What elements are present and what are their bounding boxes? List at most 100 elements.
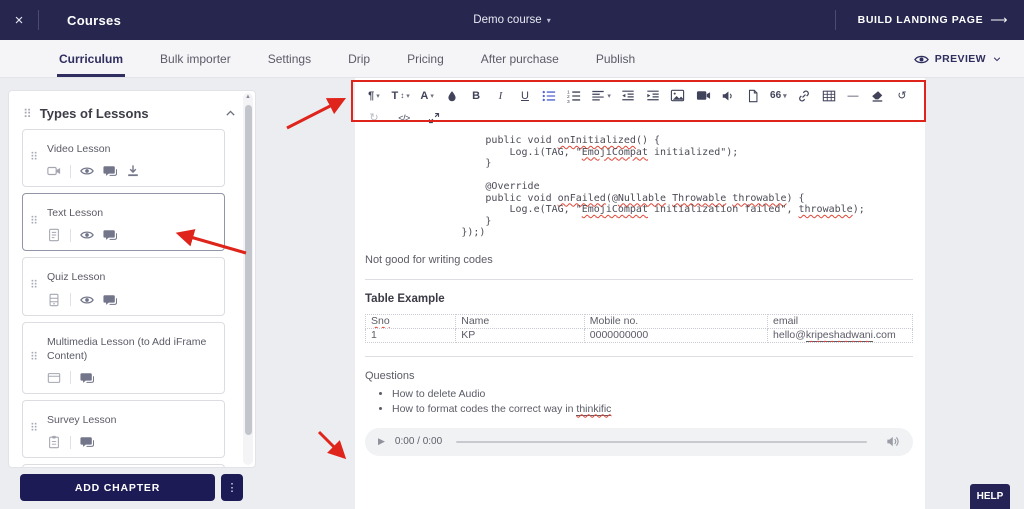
lesson-card-video[interactable]: ⠿ Video Lesson xyxy=(22,129,225,188)
volume-icon[interactable] xyxy=(885,434,900,449)
table-header-cell[interactable]: Name xyxy=(455,313,585,329)
add-chapter-button[interactable]: ADD CHAPTER xyxy=(20,474,215,501)
tab-bulk-importer[interactable]: Bulk importer xyxy=(158,40,233,77)
preview-button[interactable]: PREVIEW xyxy=(914,40,1002,78)
fullscreen-button[interactable] xyxy=(427,112,441,124)
app-window: × Courses Demo course ▾ BUILD LANDING PA… xyxy=(0,0,1024,509)
tab-curriculum[interactable]: Curriculum xyxy=(57,40,125,77)
lesson-card-survey[interactable]: ⠿ Survey Lesson xyxy=(22,399,225,459)
audio-player[interactable]: ▶ 0:00 / 0:00 xyxy=(365,427,913,456)
comment-icon[interactable] xyxy=(103,164,117,178)
panel-header: ⠿ Types of Lessons xyxy=(9,91,255,129)
ordered-list-button[interactable] xyxy=(567,89,581,103)
clear-formatting-button[interactable] xyxy=(870,89,884,103)
tab-pricing[interactable]: Pricing xyxy=(405,40,446,77)
bold-button[interactable]: B xyxy=(469,90,483,102)
insert-link-button[interactable] xyxy=(797,89,811,103)
comment-icon[interactable] xyxy=(80,371,94,385)
drag-handle-icon[interactable]: ⠿ xyxy=(30,152,38,164)
comment-icon[interactable] xyxy=(80,435,94,449)
tab-settings[interactable]: Settings xyxy=(266,40,313,77)
lesson-card-multimedia[interactable]: ⠿ Multimedia Lesson (to Add iFrame Conte… xyxy=(22,321,225,394)
table-header-cell[interactable]: email xyxy=(767,313,913,329)
redo-button[interactable]: ↻ xyxy=(367,111,381,124)
lesson-card-title: Survey Lesson xyxy=(47,413,117,426)
table-cell[interactable]: 0000000000 xyxy=(583,327,769,343)
bullet-list-button[interactable] xyxy=(542,89,556,103)
list-item[interactable]: How to delete Audio xyxy=(392,388,913,400)
text-color-glyph: A xyxy=(420,89,429,102)
drag-handle-icon[interactable]: ⠿ xyxy=(30,216,38,228)
scrollbar-up-arrow[interactable]: ▲ xyxy=(243,94,253,100)
table-header-row: Sno Name Mobile no. email xyxy=(364,313,913,329)
help-button[interactable]: HELP xyxy=(970,484,1010,509)
play-icon[interactable]: ▶ xyxy=(378,436,385,447)
blockquote-button[interactable]: 66 ▾ xyxy=(770,90,787,101)
preview-label: PREVIEW xyxy=(934,53,986,65)
drag-handle-icon[interactable]: ⠿ xyxy=(23,108,32,120)
drag-handle-icon[interactable]: ⠿ xyxy=(30,423,38,434)
align-button[interactable]: ▾ xyxy=(591,89,611,103)
close-icon[interactable]: × xyxy=(0,12,38,29)
text-color-button[interactable]: A ▾ xyxy=(420,90,434,102)
insert-table-button[interactable] xyxy=(822,89,836,103)
code-view-button[interactable]: </> xyxy=(397,113,411,123)
table-cell-email[interactable]: hello@kripeshadwani.com xyxy=(767,327,913,343)
table-heading[interactable]: Table Example xyxy=(365,293,913,305)
insert-file-button[interactable] xyxy=(746,89,760,103)
table-header-cell[interactable]: Mobile no. xyxy=(583,313,769,329)
download-icon[interactable] xyxy=(126,164,140,178)
table-row: 1 KP 0000000000 hello@kripeshadwani.com xyxy=(364,327,913,343)
chevron-down-icon: ▾ xyxy=(783,92,787,100)
lesson-card-title: Video Lesson xyxy=(47,143,111,155)
sidebar-scrollbar[interactable]: ▲ xyxy=(243,93,253,465)
collapse-chevron-icon[interactable] xyxy=(224,107,237,120)
eye-icon[interactable] xyxy=(80,164,94,178)
kebab-menu-button[interactable]: ⋮ xyxy=(221,474,243,501)
paragraph-text[interactable]: Not good for writing codes xyxy=(365,254,913,266)
insert-image-button[interactable] xyxy=(670,88,685,103)
font-size-button[interactable]: T ↕ ▾ xyxy=(391,90,409,102)
course-selector[interactable]: Demo course ▾ xyxy=(473,14,550,26)
tab-publish[interactable]: Publish xyxy=(594,40,637,77)
chevron-down-icon: ▾ xyxy=(546,15,551,25)
editor-body[interactable]: public void onInitialized() { Log.i(TAG,… xyxy=(364,135,913,456)
underline-button[interactable]: U xyxy=(518,90,532,102)
table-header-cell[interactable]: Sno xyxy=(364,313,457,329)
audio-progress-bar[interactable] xyxy=(456,440,867,443)
drag-handle-icon[interactable]: ⠿ xyxy=(30,352,38,363)
questions-heading[interactable]: Questions xyxy=(365,370,913,382)
highlight-color-button[interactable] xyxy=(445,90,459,102)
italic-button[interactable]: I xyxy=(494,90,508,102)
nav-divider xyxy=(38,10,39,30)
insert-audio-button[interactable] xyxy=(721,89,735,103)
quote-glyph: 66 xyxy=(770,90,782,101)
quiz-icon xyxy=(47,293,61,307)
scrollbar-thumb[interactable] xyxy=(244,105,252,435)
code-block[interactable]: public void onInitialized() { Log.i(TAG,… xyxy=(365,135,913,239)
outdent-button[interactable] xyxy=(621,89,635,103)
indent-button[interactable] xyxy=(646,89,660,103)
list-item[interactable]: How to format codes the correct way in t… xyxy=(392,402,913,416)
horizontal-rule-button[interactable]: — xyxy=(846,90,860,102)
example-table[interactable]: Sno Name Mobile no. email 1 KP 000000000… xyxy=(364,313,913,343)
indent-icon xyxy=(646,89,660,103)
tab-after-purchase[interactable]: After purchase xyxy=(479,40,561,77)
comment-icon[interactable] xyxy=(103,293,117,307)
comment-icon[interactable] xyxy=(103,228,117,242)
lesson-card-text[interactable]: ⠿ Text Lesson xyxy=(22,193,225,252)
eye-icon[interactable] xyxy=(80,228,94,242)
table-cell[interactable]: KP xyxy=(455,327,585,343)
table-cell[interactable]: 1 xyxy=(364,327,457,343)
build-landing-page-button[interactable]: BUILD LANDING PAGE ⟶ xyxy=(858,13,1008,27)
paragraph-format-button[interactable]: ¶ ▾ xyxy=(367,90,381,102)
lesson-card-quiz[interactable]: ⠿ Quiz Lesson xyxy=(22,257,225,316)
bullet-list-icon xyxy=(542,89,556,103)
eye-icon[interactable] xyxy=(80,293,94,307)
drag-handle-icon[interactable]: ⠿ xyxy=(30,280,38,292)
eye-icon xyxy=(914,52,929,67)
tab-drip[interactable]: Drip xyxy=(346,40,372,77)
insert-video-button[interactable] xyxy=(696,88,711,103)
undo-button[interactable]: ↺ xyxy=(895,89,909,102)
lesson-card-partial[interactable] xyxy=(22,464,225,467)
